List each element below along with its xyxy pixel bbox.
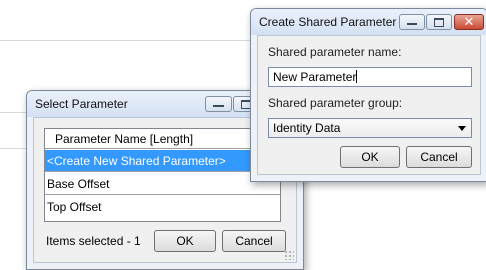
shared-parameter-name-value: New Parameter	[273, 70, 357, 84]
shared-parameter-name-input[interactable]: New Parameter	[268, 67, 472, 87]
shared-parameter-group-value: Identity Data	[273, 121, 341, 135]
chevron-down-icon	[458, 126, 466, 131]
maximize-icon	[427, 15, 451, 29]
ok-button[interactable]: OK	[154, 230, 216, 252]
shared-parameter-group-label: Shared parameter group:	[268, 96, 403, 110]
background-divider	[0, 40, 250, 41]
create-shared-parameter-body: Shared parameter name: New Parameter Sha…	[257, 35, 481, 175]
dialog-title: Create Shared Parameter	[259, 15, 397, 29]
list-item[interactable]: Base Offset	[45, 173, 280, 195]
maximize-button[interactable]	[426, 14, 452, 30]
minimize-button[interactable]	[399, 14, 425, 30]
text-caret	[356, 70, 358, 83]
shared-parameter-group-select[interactable]: Identity Data	[268, 118, 472, 138]
resize-grip-icon[interactable]	[284, 250, 294, 260]
create-shared-parameter-dialog: Create Shared Parameter ✕ Shared paramet…	[250, 8, 486, 182]
cancel-button[interactable]: Cancel	[406, 146, 472, 168]
minimize-icon	[206, 97, 231, 111]
parameter-list[interactable]: Parameter Name [Length] <Create New Shar…	[44, 128, 281, 222]
background-divider	[0, 112, 26, 113]
list-item[interactable]: Top Offset	[45, 196, 280, 218]
parameter-list-header[interactable]: Parameter Name [Length]	[45, 129, 280, 149]
close-icon: ✕	[463, 14, 475, 29]
minimize-button[interactable]	[205, 96, 232, 112]
dialog-title: Select Parameter	[35, 97, 128, 111]
cancel-button[interactable]: Cancel	[222, 230, 286, 252]
shared-parameter-name-label: Shared parameter name:	[268, 45, 402, 59]
list-item[interactable]: <Create New Shared Parameter>	[45, 150, 280, 172]
background-divider	[0, 148, 26, 149]
ok-button[interactable]: OK	[340, 146, 400, 168]
close-button[interactable]: ✕	[454, 14, 484, 30]
create-shared-parameter-titlebar[interactable]: Create Shared Parameter ✕	[251, 9, 486, 35]
minimize-icon	[400, 15, 424, 29]
items-selected-count: Items selected - 1	[46, 234, 141, 248]
